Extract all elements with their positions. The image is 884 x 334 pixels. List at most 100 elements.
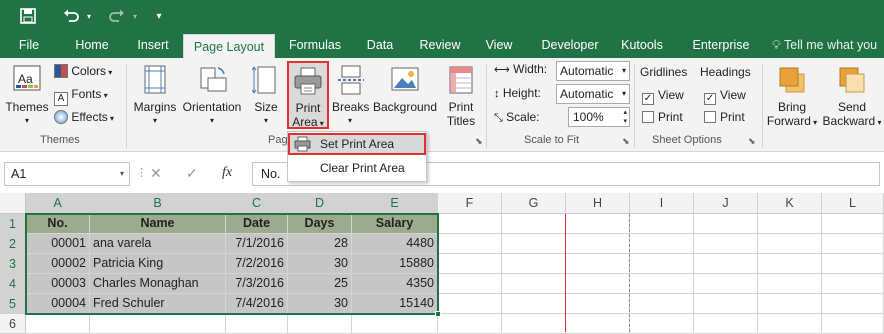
dialog-launcher-icon[interactable]: ⬊ bbox=[475, 136, 483, 147]
tell-me-box[interactable]: 💡︎ Tell me what you bbox=[772, 32, 877, 58]
bring-forward-button[interactable]: Bring Forward ▾ bbox=[764, 64, 820, 130]
empty-cell[interactable] bbox=[758, 214, 822, 234]
empty-cell[interactable] bbox=[694, 314, 758, 334]
empty-cell[interactable] bbox=[438, 254, 502, 274]
margins-button[interactable]: Margins ▾ bbox=[132, 64, 178, 128]
empty-cell[interactable] bbox=[288, 314, 352, 334]
select-all-corner[interactable] bbox=[0, 193, 26, 214]
worksheet-grid[interactable]: A B C D E F G H I J K L 1 2 3 4 5 6 No. 0… bbox=[0, 193, 884, 334]
empty-cell[interactable] bbox=[630, 214, 694, 234]
empty-cell[interactable] bbox=[566, 314, 630, 334]
empty-cell[interactable] bbox=[758, 254, 822, 274]
gridlines-print-checkbox[interactable]: Print bbox=[642, 110, 683, 124]
formula-bar-grip-icon[interactable]: ⋮ bbox=[136, 166, 147, 179]
gridlines-view-checkbox[interactable]: ✓ View bbox=[642, 88, 684, 105]
tab-home[interactable]: Home bbox=[68, 32, 116, 58]
empty-cell[interactable] bbox=[822, 234, 884, 254]
row-header-1[interactable]: 1 bbox=[0, 214, 26, 234]
headings-print-checkbox[interactable]: Print bbox=[704, 110, 745, 124]
empty-cell[interactable] bbox=[566, 294, 630, 314]
empty-cell[interactable] bbox=[822, 254, 884, 274]
row-header-6[interactable]: 6 bbox=[0, 314, 26, 334]
dialog-launcher-icon[interactable]: ⬊ bbox=[622, 136, 630, 147]
insert-function-icon[interactable]: fx bbox=[222, 165, 232, 181]
column-header-k[interactable]: K bbox=[758, 193, 822, 214]
column-header-h[interactable]: H bbox=[566, 193, 630, 214]
effects-button[interactable]: Effects ▾ bbox=[54, 110, 114, 124]
column-header-f[interactable]: F bbox=[438, 193, 502, 214]
row-header-5[interactable]: 5 bbox=[0, 294, 26, 314]
set-print-area-menu-item[interactable]: Set Print Area bbox=[288, 133, 426, 155]
empty-cell[interactable] bbox=[438, 294, 502, 314]
empty-cell[interactable] bbox=[758, 314, 822, 334]
tab-view[interactable]: View bbox=[478, 32, 520, 58]
column-header-i[interactable]: I bbox=[630, 193, 694, 214]
width-select[interactable]: Automatic ▾ bbox=[556, 61, 630, 81]
row-header-2[interactable]: 2 bbox=[0, 234, 26, 254]
tab-data[interactable]: Data bbox=[359, 32, 401, 58]
redo-icon[interactable] bbox=[106, 6, 128, 26]
empty-cell[interactable] bbox=[438, 234, 502, 254]
row-header-3[interactable]: 3 bbox=[0, 254, 26, 274]
redo-dropdown-icon[interactable]: ▾ bbox=[130, 6, 140, 26]
height-select[interactable]: Automatic ▾ bbox=[556, 84, 630, 104]
colors-button[interactable]: Colors ▾ bbox=[54, 64, 112, 78]
print-titles-button[interactable]: Print Titles bbox=[442, 64, 480, 128]
empty-cell[interactable] bbox=[502, 314, 566, 334]
empty-cell[interactable] bbox=[630, 274, 694, 294]
column-header-j[interactable]: J bbox=[694, 193, 758, 214]
empty-cell[interactable] bbox=[758, 274, 822, 294]
row-header-4[interactable]: 4 bbox=[0, 274, 26, 294]
empty-cell[interactable] bbox=[822, 294, 884, 314]
size-button[interactable]: Size ▾ bbox=[250, 64, 282, 128]
empty-cell[interactable] bbox=[566, 254, 630, 274]
name-box[interactable]: A1 ▾ bbox=[4, 162, 130, 186]
empty-cell[interactable] bbox=[630, 294, 694, 314]
tab-review[interactable]: Review bbox=[412, 32, 468, 58]
empty-cell[interactable] bbox=[226, 314, 288, 334]
themes-button[interactable]: Aa Themes ▾ bbox=[4, 64, 50, 128]
empty-cell[interactable] bbox=[502, 294, 566, 314]
column-header-c[interactable]: C bbox=[226, 193, 288, 214]
empty-cell[interactable] bbox=[694, 274, 758, 294]
enter-icon[interactable]: ✓ bbox=[186, 165, 198, 182]
tab-developer[interactable]: Developer bbox=[533, 32, 607, 58]
empty-cell[interactable] bbox=[758, 294, 822, 314]
undo-icon[interactable] bbox=[60, 6, 82, 26]
cancel-icon[interactable]: ✕ bbox=[150, 165, 162, 182]
empty-cell[interactable] bbox=[566, 214, 630, 234]
empty-cell[interactable] bbox=[694, 234, 758, 254]
column-header-l[interactable]: L bbox=[822, 193, 884, 214]
empty-cell[interactable] bbox=[822, 314, 884, 334]
empty-cell[interactable] bbox=[630, 314, 694, 334]
tab-kutools[interactable]: Kutools bbox=[614, 32, 670, 58]
empty-cell[interactable] bbox=[26, 314, 90, 334]
tab-insert[interactable]: Insert bbox=[128, 32, 178, 58]
scale-input[interactable]: 100% ▴ ▾ bbox=[568, 107, 630, 127]
empty-cell[interactable] bbox=[502, 254, 566, 274]
empty-cell[interactable] bbox=[630, 234, 694, 254]
empty-cell[interactable] bbox=[822, 214, 884, 234]
empty-cell[interactable] bbox=[502, 214, 566, 234]
save-icon[interactable] bbox=[18, 6, 38, 26]
empty-cell[interactable] bbox=[352, 314, 438, 334]
column-header-d[interactable]: D bbox=[288, 193, 352, 214]
print-area-button[interactable]: Print Area ▾ bbox=[287, 61, 329, 129]
send-backward-button[interactable]: Send Backward ▾ bbox=[822, 64, 882, 130]
column-header-g[interactable]: G bbox=[502, 193, 566, 214]
column-header-a[interactable]: A bbox=[26, 193, 90, 214]
empty-cell[interactable] bbox=[90, 314, 226, 334]
empty-cell[interactable] bbox=[630, 254, 694, 274]
empty-cell[interactable] bbox=[694, 254, 758, 274]
empty-cell[interactable] bbox=[566, 234, 630, 254]
headings-view-checkbox[interactable]: ✓ View bbox=[704, 88, 746, 105]
undo-dropdown-icon[interactable]: ▾ bbox=[84, 6, 94, 26]
empty-cell[interactable] bbox=[438, 314, 502, 334]
clear-print-area-menu-item[interactable]: Clear Print Area bbox=[288, 157, 426, 179]
empty-cell[interactable] bbox=[822, 274, 884, 294]
tab-enterprise[interactable]: Enterprise bbox=[683, 32, 759, 58]
tab-page-layout[interactable]: Page Layout bbox=[183, 34, 275, 58]
fill-handle[interactable] bbox=[435, 311, 441, 317]
orientation-button[interactable]: Orientation ▾ bbox=[180, 64, 244, 128]
column-header-b[interactable]: B bbox=[90, 193, 226, 214]
